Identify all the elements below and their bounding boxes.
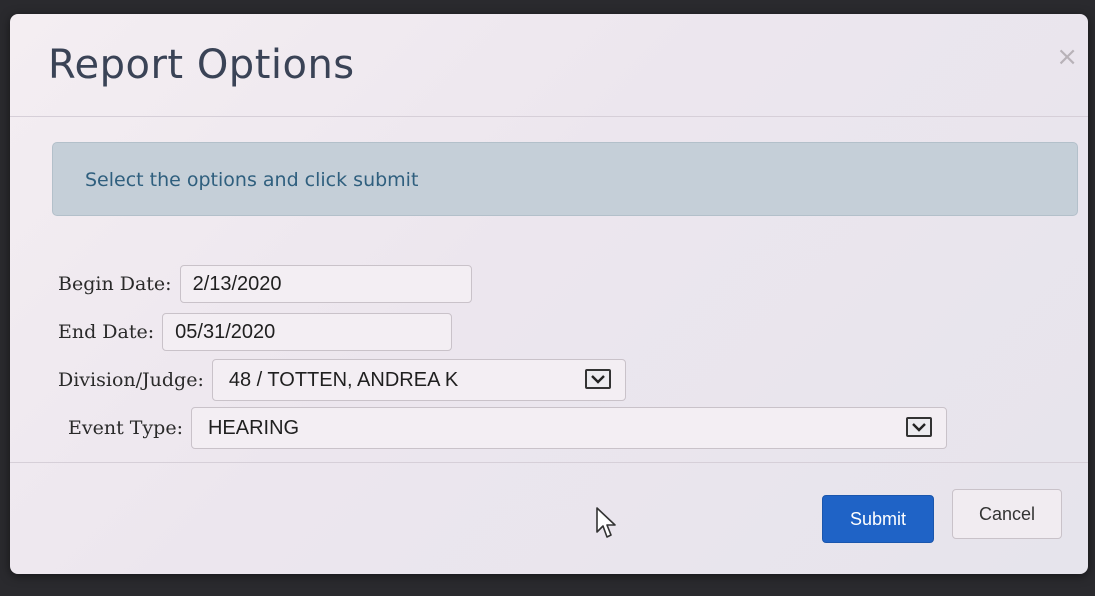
- end-date-input[interactable]: [162, 313, 453, 351]
- dialog-footer: Submit Cancel: [10, 462, 1088, 574]
- division-judge-row: Division/Judge: 48 / TOTTEN, ANDREA K: [58, 359, 626, 401]
- division-judge-label: Division/Judge:: [58, 369, 204, 391]
- dialog-title: Report Options: [48, 42, 355, 88]
- report-options-dialog: Report Options × Select the options and …: [10, 14, 1088, 574]
- submit-button[interactable]: Submit: [822, 495, 934, 543]
- division-judge-value: 48 / TOTTEN, ANDREA K: [228, 368, 459, 391]
- info-banner: Select the options and click submit: [52, 142, 1078, 216]
- begin-date-row: Begin Date:: [58, 264, 472, 304]
- close-icon[interactable]: ×: [1056, 44, 1078, 70]
- division-judge-select[interactable]: 48 / TOTTEN, ANDREA K: [211, 359, 626, 401]
- event-type-row: Event Type: HEARING: [58, 407, 947, 449]
- chevron-down-icon[interactable]: [584, 369, 611, 389]
- end-date-row: End Date:: [58, 312, 453, 352]
- cancel-button[interactable]: Cancel: [952, 489, 1062, 539]
- event-type-value: HEARING: [207, 416, 300, 439]
- mouse-pointer-icon: [596, 507, 616, 538]
- begin-date-input[interactable]: [179, 265, 472, 303]
- event-type-label: Event Type:: [68, 417, 183, 439]
- chevron-down-icon[interactable]: [905, 417, 932, 437]
- end-date-label: End Date:: [58, 321, 155, 343]
- begin-date-label: Begin Date:: [58, 273, 172, 295]
- info-banner-text: Select the options and click submit: [85, 169, 419, 191]
- event-type-select[interactable]: HEARING: [190, 407, 947, 449]
- dialog-header: Report Options ×: [10, 14, 1088, 117]
